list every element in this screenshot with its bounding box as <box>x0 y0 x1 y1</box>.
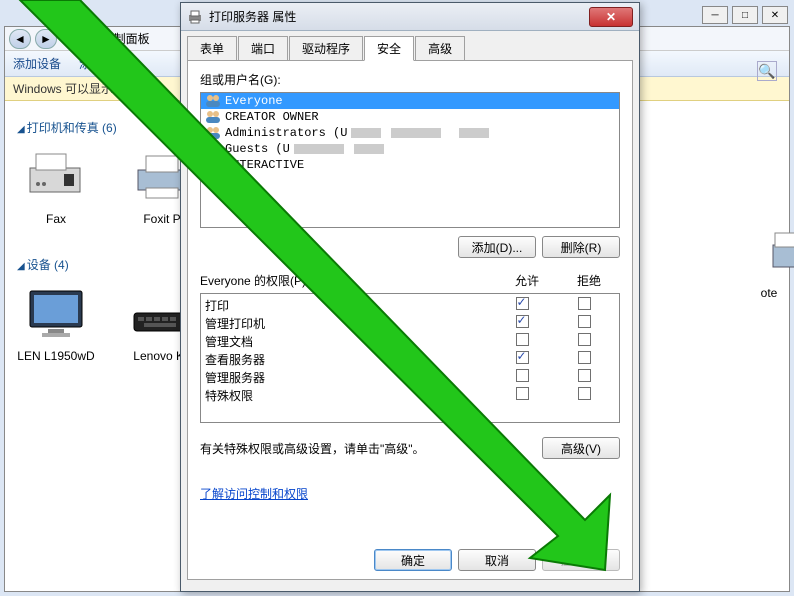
list-item[interactable]: INTERACTIVE <box>201 157 619 173</box>
print-server-properties-dialog: 打印服务器 属性 ✕ 表单 端口 驱动程序 安全 高级 组或用户名(G): Ev… <box>180 2 640 592</box>
redacted <box>459 128 489 138</box>
tab-advanced[interactable]: 高级 <box>415 36 465 61</box>
permission-name: 管理文档 <box>205 333 491 350</box>
allow-checkbox[interactable] <box>516 297 529 310</box>
search-icon[interactable]: 🔍 <box>757 61 777 81</box>
permission-row: 管理打印机 <box>205 314 615 332</box>
permission-name: 查看服务器 <box>205 351 491 368</box>
redacted <box>351 128 381 138</box>
permission-row: 特殊权限 <box>205 386 615 404</box>
deny-checkbox[interactable] <box>578 387 591 400</box>
dialog-title: 打印服务器 属性 <box>209 8 589 25</box>
advanced-button[interactable]: 高级(V) <box>542 437 620 459</box>
close-icon[interactable]: ✕ <box>589 7 633 27</box>
nav-back-button[interactable]: ◄ <box>9 29 31 49</box>
users-icon <box>205 94 221 108</box>
tab-security[interactable]: 安全 <box>364 36 414 61</box>
allow-checkbox[interactable] <box>516 333 529 346</box>
device-label: LEN L1950wD <box>17 349 95 363</box>
deny-checkbox[interactable] <box>578 369 591 382</box>
deny-checkbox[interactable] <box>578 333 591 346</box>
dialog-titlebar[interactable]: 打印服务器 属性 ✕ <box>181 3 639 31</box>
maximize-button[interactable]: □ <box>732 6 758 24</box>
add-printer-link[interactable]: 添加打印机 <box>79 55 139 72</box>
list-item[interactable]: Guests (U <box>201 141 619 157</box>
list-item[interactable]: Administrators (U <box>201 125 619 141</box>
add-device-link[interactable]: 添加设备 <box>13 55 61 72</box>
users-icon <box>205 158 221 172</box>
users-icon <box>205 126 221 140</box>
minimize-button[interactable]: ─ <box>702 6 728 24</box>
redacted <box>391 128 441 138</box>
allow-checkbox[interactable] <box>516 315 529 328</box>
permission-name: 管理服务器 <box>205 369 491 386</box>
permissions-list: 打印管理打印机管理文档查看服务器管理服务器特殊权限 <box>200 293 620 423</box>
apply-button[interactable]: 应用(A) <box>542 549 620 571</box>
permission-row: 管理服务器 <box>205 368 615 386</box>
fax-icon <box>21 146 91 206</box>
permission-name: 管理打印机 <box>205 315 491 332</box>
deny-checkbox[interactable] <box>578 351 591 364</box>
permission-name: 打印 <box>205 297 491 314</box>
monitor-icon <box>21 283 91 343</box>
device-partial-right[interactable]: ote <box>755 227 783 300</box>
group-users-label: 组或用户名(G): <box>200 71 620 88</box>
breadcrumb[interactable]: ▸ 控制面板 <box>92 30 149 47</box>
printer-icon <box>187 9 203 25</box>
allow-col-header: 允许 <box>496 272 558 289</box>
allow-checkbox[interactable] <box>516 351 529 364</box>
ok-button[interactable]: 确定 <box>374 549 452 571</box>
remove-button[interactable]: 删除(R) <box>542 236 620 258</box>
allow-checkbox[interactable] <box>516 369 529 382</box>
learn-access-control-link[interactable]: 了解访问控制和权限 <box>200 485 308 502</box>
dialog-tabs: 表单 端口 驱动程序 安全 高级 <box>181 31 639 60</box>
nav-forward-button[interactable]: ► <box>35 29 57 49</box>
tab-forms[interactable]: 表单 <box>187 36 237 61</box>
permissions-for-label: Everyone 的权限(P) <box>200 272 496 289</box>
redacted <box>294 144 344 154</box>
deny-checkbox[interactable] <box>578 315 591 328</box>
list-item[interactable]: CREATOR OWNER <box>201 109 619 125</box>
permission-row: 打印 <box>205 296 615 314</box>
tab-ports[interactable]: 端口 <box>238 36 288 61</box>
deny-checkbox[interactable] <box>578 297 591 310</box>
users-icon <box>205 110 221 124</box>
users-listbox[interactable]: Everyone CREATOR OWNER Administrators (U… <box>200 92 620 228</box>
cancel-button[interactable]: 取消 <box>458 549 536 571</box>
breadcrumb-icon: 🖨 <box>61 32 88 46</box>
permission-row: 管理文档 <box>205 332 615 350</box>
security-tab-panel: 组或用户名(G): Everyone CREATOR OWNER Adminis… <box>187 60 633 580</box>
redacted <box>354 144 384 154</box>
device-label: Fax <box>17 212 95 226</box>
device-fax[interactable]: Fax <box>17 146 95 226</box>
permission-name: 特殊权限 <box>205 387 491 404</box>
advanced-hint: 有关特殊权限或高级设置，请单击"高级"。 <box>200 440 542 457</box>
close-button[interactable]: ✕ <box>762 6 788 24</box>
allow-checkbox[interactable] <box>516 387 529 400</box>
add-button[interactable]: 添加(D)... <box>458 236 536 258</box>
deny-col-header: 拒绝 <box>558 272 620 289</box>
tab-drivers[interactable]: 驱动程序 <box>289 36 363 61</box>
users-icon <box>205 142 221 156</box>
permission-row: 查看服务器 <box>205 350 615 368</box>
list-item[interactable]: Everyone <box>201 93 619 109</box>
device-monitor[interactable]: LEN L1950wD <box>17 283 95 363</box>
